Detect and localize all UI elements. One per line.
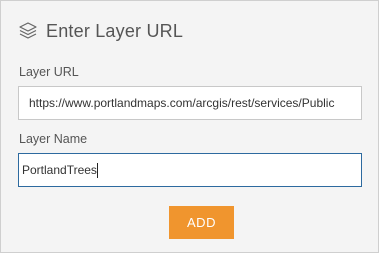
panel-title: Enter Layer URL [46, 20, 184, 41]
layer-name-input[interactable]: PortlandTrees [18, 153, 362, 187]
add-button[interactable]: ADD [169, 206, 234, 239]
panel-header: Enter Layer URL [18, 19, 183, 43]
layer-name-value: PortlandTrees [22, 163, 97, 177]
layer-name-label: Layer Name [19, 132, 88, 146]
layer-url-input[interactable]: https://www.portlandmaps.com/arcgis/rest… [18, 86, 362, 120]
layers-icon [18, 21, 38, 41]
layer-url-label: Layer URL [19, 65, 79, 79]
text-cursor [96, 163, 98, 179]
enter-layer-url-panel: Enter Layer URL Layer URL https://www.po… [0, 0, 379, 253]
